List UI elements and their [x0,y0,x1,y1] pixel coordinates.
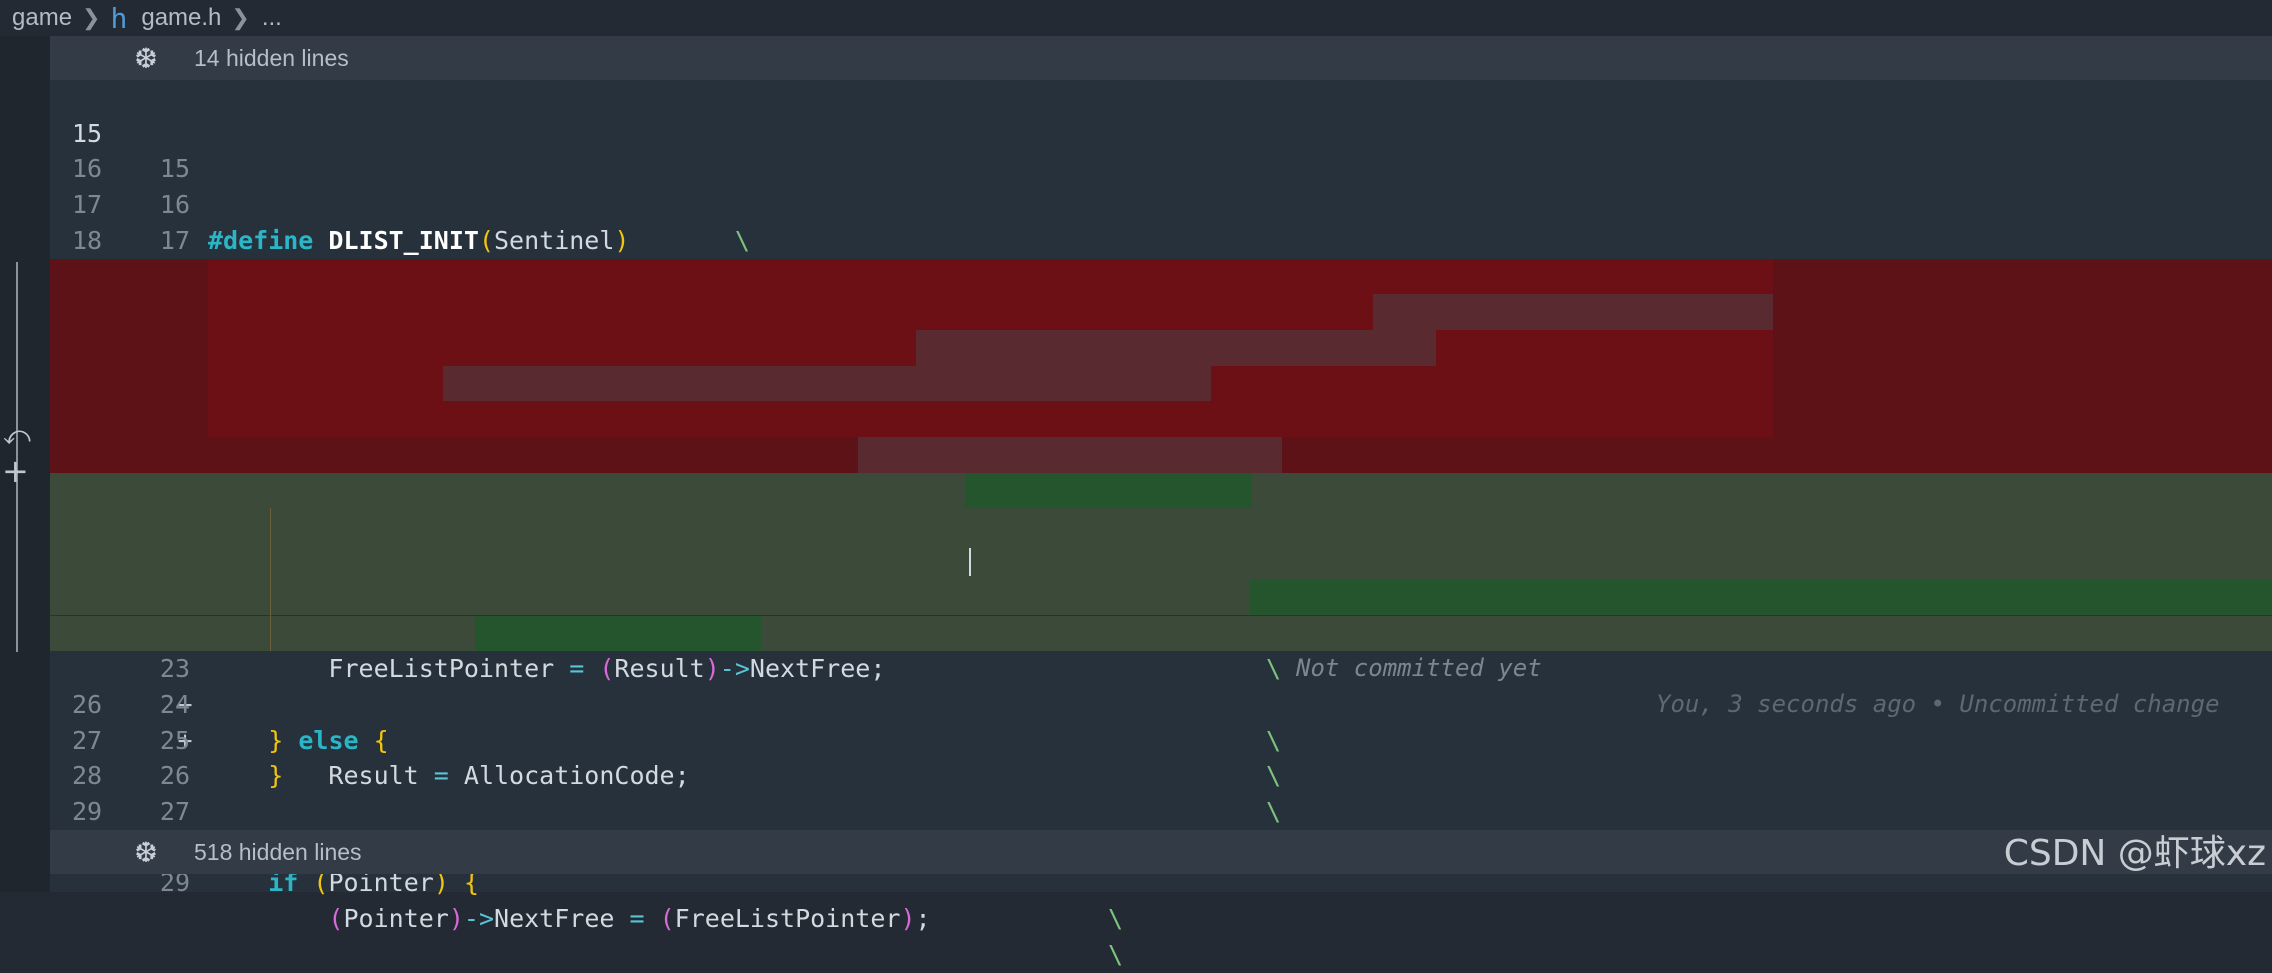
breadcrumb-folder[interactable]: game [12,4,72,32]
deleted-line[interactable]: 21 — if (((Result) = (FreeListPointer)))… [50,294,2272,540]
code-line[interactable]: 29 28 if (Pointer) { \ [50,758,2272,933]
code-text: (Pointer)->NextFree = (FreeListPointer); [328,904,931,934]
hidden-lines-fold-top[interactable]: ❆ 14 hidden lines [50,36,2272,80]
unfold-icon[interactable]: ❆ [118,42,174,75]
breadcrumb-symbols[interactable]: ... [262,4,282,32]
code-line[interactable]: 19 19 [50,223,2272,327]
added-line[interactable]: 21 + if (((Result) = (FreeListPointer)))… [50,508,2272,683]
code-line[interactable]: 27 26 [50,687,2272,791]
plus-icon[interactable]: + [2,452,29,490]
chevron-right-icon: ❯ [82,5,101,30]
code-line[interactable]: 28 27 #define FREELIST_DEALLOCATE(Pointe… [50,723,2272,861]
added-line[interactable]: 24 + Result = AllocationCode; \ [50,615,2272,826]
deleted-line[interactable]: 20 — #define FREELIST_ALLOC(Result, Free… [50,258,2272,469]
c-header-file-icon: h [110,1,128,35]
deleted-line[interactable]: 25 — Result = PushStruct(&Arena, Type); … [50,437,2272,648]
hidden-lines-label: 14 hidden lines [194,44,349,71]
text-cursor [969,548,971,577]
code-line[interactable]: 16 16 #define DLIST_INIT(Sentinel) \ [50,116,2272,254]
code-line[interactable]: 15 15 [50,80,2272,184]
unfold-icon[interactable]: ❆ [118,836,174,869]
watermark: CSDN @虾球xz [2003,833,2266,874]
breadcrumb: game ❯ h game.h ❯ ... [0,0,2272,36]
deleted-line[interactable]: 22 — FreeListPointer = (Result)->NextFre… [50,329,2272,576]
deleted-line[interactable]: 24 — using Type = std::remove_pointer_t<… [50,401,2272,576]
breadcrumb-file[interactable]: game.h [141,4,221,32]
hidden-lines-fold-bottom[interactable]: ❆ 518 hidden lines [50,830,2272,874]
indent-guide [270,508,271,651]
code-line[interactable]: 26 25 } [50,651,2272,790]
deleted-line[interactable]: 23 — } else { \ [50,365,2272,612]
added-line[interactable]: 22 + FreeListPointer = (Result)->NextFre… [50,544,2272,755]
added-line[interactable]: 23 + } else { \ [50,579,2272,790]
code-line[interactable]: 18 18 (Sentinel)->Prev = (Sentinel); [50,187,2272,326]
hidden-lines-label: 518 hidden lines [194,838,362,865]
revert-icon[interactable]: ⤺ [3,420,31,452]
code-line[interactable]: 30 29 (Pointer)->NextFree = (FreeListPoi… [50,794,2272,969]
code-line[interactable]: 17 17 (Sentinel)->Next = (Sentinel); \ [50,151,2272,290]
chevron-right-icon: ❯ [231,5,250,30]
added-line[interactable]: 20 + #define FREELIST_ALLOC(Result, Free… [50,472,2272,718]
